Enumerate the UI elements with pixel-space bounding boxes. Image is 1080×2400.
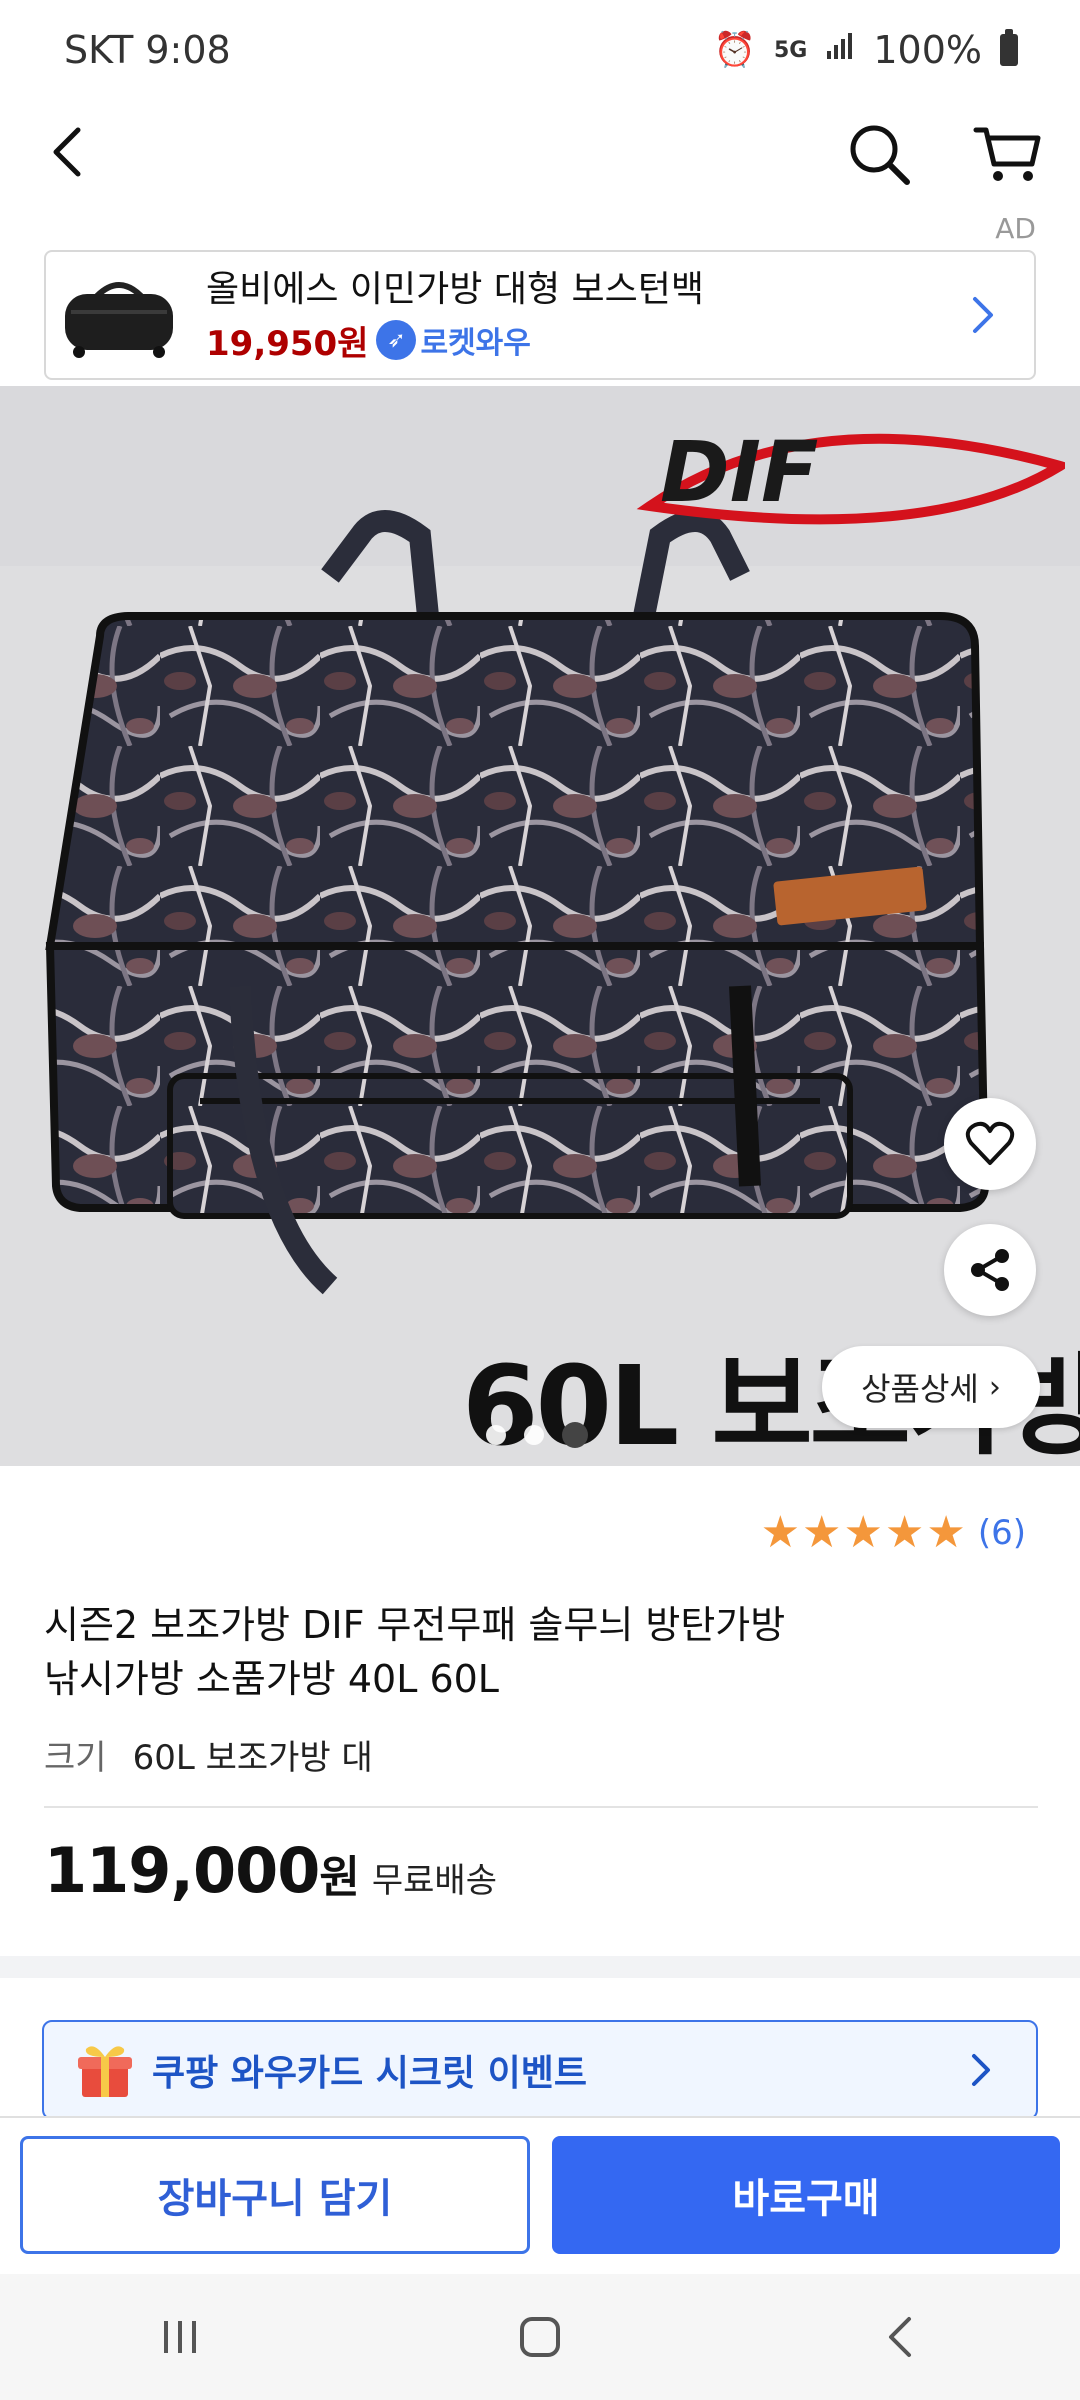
back-nav-button[interactable]: [840, 2297, 960, 2377]
event-chevron: [960, 2050, 1000, 2090]
ad-banner[interactable]: 올비에스 이민가방 대형 보스턴백 19,950원 ➶ 로켓와우: [44, 250, 1036, 380]
chevron-right-icon: [973, 297, 993, 333]
star-icon: ★: [802, 1507, 842, 1558]
svg-text:DIF: DIF: [660, 423, 818, 521]
bag-photo: [0, 510, 1080, 1466]
wishlist-button[interactable]: [944, 1098, 1036, 1190]
rocket-icon: ➶: [376, 320, 417, 360]
rating[interactable]: ★ ★ ★ ★ ★ (6): [759, 1508, 1026, 1558]
carousel-indicator: [486, 1422, 588, 1448]
option-row[interactable]: 크기 60L 보조가방 대: [44, 1730, 373, 1779]
dif-brand-logo: DIF: [636, 423, 1065, 525]
section-divider: [0, 1956, 1080, 1978]
back-button[interactable]: [38, 122, 98, 182]
product-title-line2: 낚시가방 소품가방 40L 60L: [44, 1657, 499, 1701]
home-button[interactable]: [480, 2297, 600, 2377]
ad-chevron-button[interactable]: [952, 285, 1012, 345]
event-text: 쿠팡 와우카드 시크릿 이벤트: [152, 2053, 588, 2094]
product-image-carousel[interactable]: DIF 60L 보조가방 상품상세 ›: [0, 386, 1080, 1466]
divider: [44, 1806, 1038, 1808]
alarm-icon: ⏰: [713, 30, 756, 70]
chevron-right-icon: [972, 2054, 990, 2086]
cart-icon: [973, 127, 1041, 181]
share-icon: [971, 1249, 1009, 1291]
carousel-dot-active[interactable]: [562, 1422, 588, 1448]
star-icon: ★: [843, 1507, 883, 1558]
option-value: 60L 보조가방 대: [132, 1738, 373, 1778]
price-row: 119,000 원 무료배송: [44, 1834, 497, 1907]
option-key: 크기: [44, 1738, 107, 1778]
signal-icon: [825, 30, 855, 70]
product-title-line1: 시즌2 보조가방 DIF 무전무패 솔무늬 방탄가방: [44, 1603, 786, 1647]
price-unit: 원: [319, 1852, 360, 1903]
cart-button[interactable]: [972, 118, 1044, 190]
rocket-wow-label: 로켓와우: [420, 326, 531, 361]
product-title: 시즌2 보조가방 DIF 무전무패 솔무늬 방탄가방 낚시가방 소품가방 40L…: [44, 1598, 1044, 1706]
battery-icon: [1000, 29, 1018, 66]
top-nav: AD: [0, 100, 1080, 250]
network-label: 5G: [773, 37, 808, 63]
recent-apps-icon: [164, 2321, 196, 2353]
event-banner[interactable]: 쿠팡 와우카드 시크릿 이벤트: [42, 2020, 1038, 2120]
add-to-cart-button[interactable]: 장바구니 담기: [20, 2136, 530, 2254]
recent-apps-button[interactable]: [120, 2297, 240, 2377]
bottom-action-bar: 장바구니 담기 바로구매: [0, 2116, 1080, 2272]
ad-title: 올비에스 이민가방 대형 보스턴백: [206, 268, 705, 310]
gift-icon: [78, 2046, 132, 2097]
ad-thumbnail: [54, 265, 184, 365]
product-detail-button[interactable]: 상품상세 ›: [822, 1346, 1040, 1428]
carrier-time: SKT 9:08: [64, 28, 231, 72]
review-count[interactable]: (6): [978, 1513, 1026, 1553]
ad-price: 19,950원: [206, 323, 369, 364]
price: 119,000: [44, 1834, 320, 1907]
heart-icon: [965, 1121, 1015, 1165]
rocket-wow-badge: ➶ 로켓와우: [376, 318, 531, 362]
share-button[interactable]: [944, 1224, 1036, 1316]
battery-percent: 100%: [873, 28, 982, 72]
search-button[interactable]: [845, 120, 915, 190]
ad-text: 올비에스 이민가방 대형 보스턴백 19,950원 ➶ 로켓와우: [206, 266, 952, 365]
shipping-label: 무료배송: [371, 1861, 497, 1901]
buy-now-button[interactable]: 바로구매: [552, 2136, 1060, 2254]
home-icon: [520, 2317, 560, 2357]
ad-label: AD: [995, 212, 1036, 245]
carousel-dot[interactable]: [524, 1425, 544, 1445]
back-icon: [889, 2317, 911, 2357]
star-icon: ★: [926, 1507, 966, 1558]
ad-price-row: 19,950원 ➶ 로켓와우: [206, 316, 952, 365]
carousel-dot[interactable]: [486, 1425, 506, 1445]
chevron-right-icon: ›: [988, 1369, 1001, 1405]
star-icon: ★: [884, 1507, 925, 1558]
chevron-left-icon: [53, 127, 81, 177]
search-icon: [850, 125, 910, 185]
status-icons: ⏰ 5G 100%: [714, 28, 1018, 72]
product-detail-label: 상품상세: [861, 1370, 979, 1408]
duffel-bag-image: [65, 282, 173, 358]
star-icon: ★: [760, 1507, 801, 1558]
status-bar: SKT 9:08 ⏰ 5G 100%: [0, 0, 1080, 100]
system-nav-bar: [0, 2274, 1080, 2400]
